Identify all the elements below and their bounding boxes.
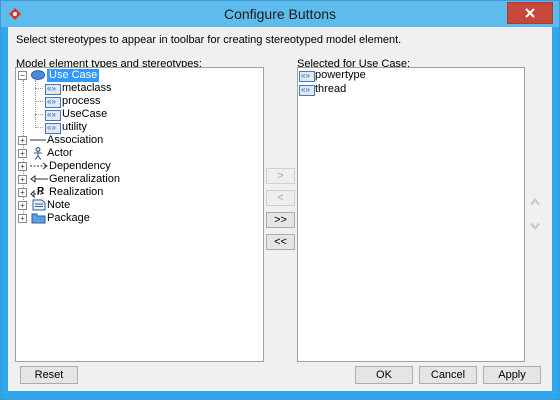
tree-item-label: Dependency (49, 160, 111, 172)
use-case-icon (31, 70, 45, 80)
dependency-icon (30, 162, 48, 170)
expand-icon[interactable]: + (18, 201, 27, 210)
collapse-icon[interactable]: − (18, 71, 27, 80)
note-icon (32, 199, 46, 211)
tree-item-label: Actor (47, 147, 73, 159)
expand-icon[interactable]: + (18, 136, 27, 145)
stereotype-icon (45, 95, 61, 108)
selected-stereotypes-list[interactable]: powertype thread (297, 67, 525, 362)
list-item-label: powertype (315, 69, 366, 81)
tree-item-label: Generalization (49, 173, 120, 185)
title-bar[interactable]: Configure Buttons (1, 1, 559, 27)
remove-all-button[interactable]: << (266, 234, 295, 250)
expand-icon[interactable]: + (18, 188, 27, 197)
tree-item-label: metaclass (62, 82, 112, 94)
instruction-text: Select stereotypes to appear in toolbar … (16, 34, 402, 46)
tree-item-label: Association (47, 134, 104, 146)
svg-text:R: R (37, 186, 45, 197)
remove-button[interactable]: < (266, 190, 295, 206)
dialog-window: Configure Buttons Select stereotypes to … (0, 0, 560, 400)
cancel-button[interactable]: Cancel (419, 366, 477, 384)
move-down-icon[interactable] (529, 221, 541, 233)
add-all-button[interactable]: >> (266, 212, 295, 228)
tree-item-label: utility (62, 121, 88, 133)
dialog-content: Select stereotypes to appear in toolbar … (8, 27, 552, 391)
window-title: Configure Buttons (223, 6, 337, 22)
stereotype-icon (45, 121, 61, 134)
stereotype-icon (45, 82, 61, 95)
stereotype-icon (299, 69, 315, 82)
tree-item-label: UseCase (62, 108, 108, 120)
add-button[interactable]: > (266, 168, 295, 184)
association-icon (30, 139, 46, 141)
close-icon (525, 8, 535, 18)
list-item-label: thread (315, 83, 347, 95)
expand-icon[interactable]: + (18, 149, 27, 158)
expand-icon[interactable]: + (18, 175, 27, 184)
stereotype-icon (299, 83, 315, 96)
move-up-icon[interactable] (529, 195, 541, 207)
generalization-icon (30, 175, 48, 183)
stereotype-icon (45, 108, 61, 121)
close-button[interactable] (507, 2, 553, 24)
tree-item-label: Realization (49, 186, 104, 198)
tree-item-label: Note (47, 199, 71, 211)
tree-item-label: Use Case (47, 69, 100, 82)
apply-button[interactable]: Apply (483, 366, 541, 384)
expand-icon[interactable]: + (18, 162, 27, 171)
package-icon (31, 213, 46, 224)
model-element-tree[interactable]: − Use Case metaclass process UseCase (15, 67, 264, 362)
actor-icon (34, 147, 42, 160)
expand-icon[interactable]: + (18, 214, 27, 223)
tree-item-label: Package (47, 212, 90, 224)
ok-button[interactable]: OK (355, 366, 413, 384)
reset-button[interactable]: Reset (20, 366, 78, 384)
realization-icon: R (30, 186, 45, 198)
tree-item-label: process (62, 95, 101, 107)
